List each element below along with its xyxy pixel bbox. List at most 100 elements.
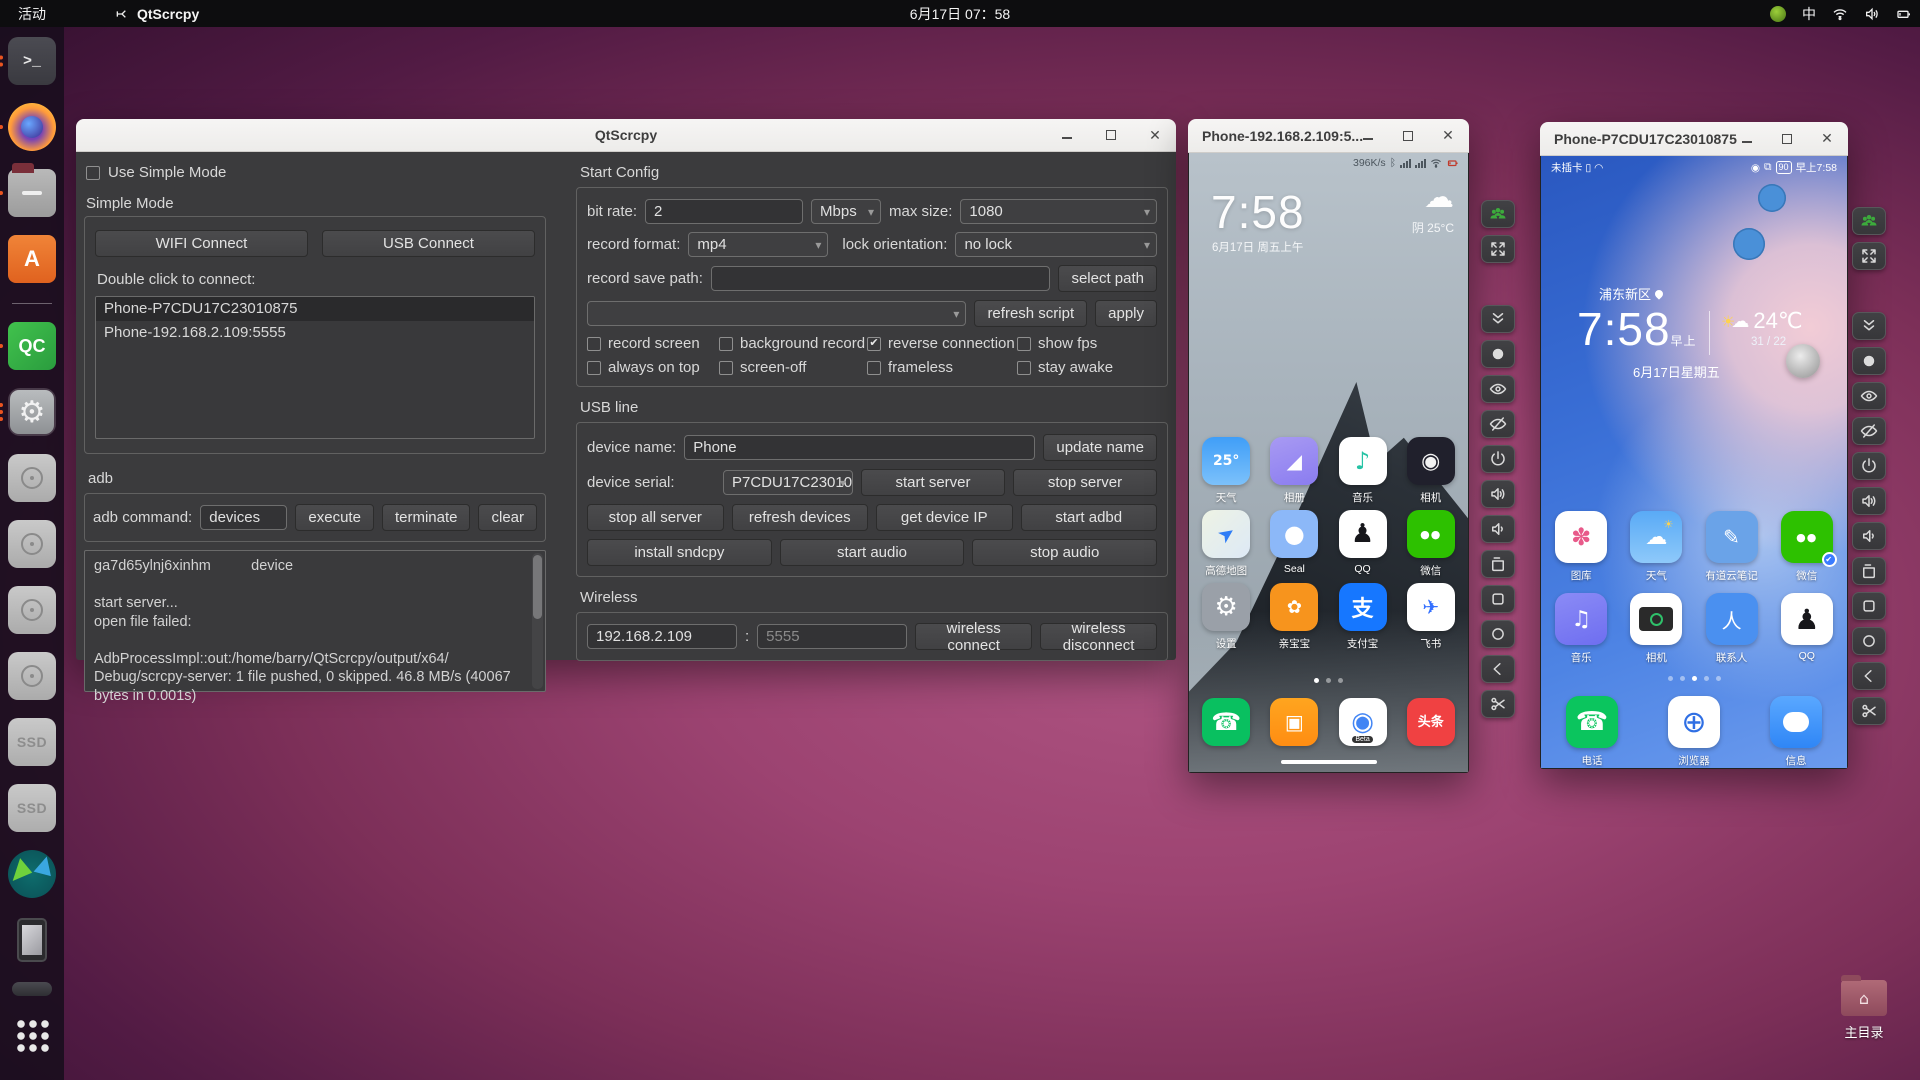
lock-orientation-select[interactable]: no lock — [955, 232, 1157, 257]
frameless-checkbox[interactable] — [867, 360, 881, 375]
stay-awake-option[interactable]: stay awake — [1017, 359, 1157, 376]
dock-ssd-2[interactable]: SSD — [8, 784, 56, 832]
app-gallery[interactable]: ◢ 相册 — [1263, 437, 1325, 505]
frameless-option[interactable]: frameless — [867, 359, 1017, 376]
dock-ssd-1[interactable]: SSD — [8, 718, 56, 766]
power-button[interactable] — [1481, 445, 1515, 473]
bit-rate-unit-select[interactable]: Mbps — [811, 199, 882, 224]
script-select[interactable] — [587, 301, 967, 326]
phone1-screen[interactable]: 396K/s ᛒ 7:58 6月17日 周五上午 ☁ 阴 25°C 25° 天气 … — [1189, 153, 1468, 772]
wifi-icon[interactable] — [1832, 6, 1848, 22]
app-qq2[interactable]: ♟ QQ — [1772, 593, 1842, 665]
power-button[interactable] — [1852, 452, 1886, 480]
system-tray[interactable]: 中 — [1770, 4, 1912, 24]
app-music[interactable]: ♪ 音乐 — [1332, 437, 1394, 505]
wireless-connect-button[interactable]: wireless connect — [915, 620, 1033, 654]
record-screen-option[interactable]: record screen — [587, 335, 719, 352]
execute-button[interactable]: execute — [295, 504, 374, 531]
record-save-path-input[interactable] — [710, 266, 1051, 291]
dock-disk-1[interactable] — [8, 454, 56, 502]
app-wechat[interactable]: ●● 微信 — [1400, 510, 1462, 578]
phone2-titlebar[interactable]: Phone-P7CDU17C23010875 ✕ — [1540, 122, 1848, 156]
terminate-button[interactable]: terminate — [381, 504, 471, 531]
assistive-ball[interactable] — [1786, 344, 1820, 378]
app-youdao[interactable]: ✎ 有道云笔记 — [1697, 511, 1767, 583]
reverse-connection-checkbox[interactable] — [867, 336, 881, 351]
install-sndcpy-button[interactable]: install sndcpy — [587, 539, 772, 566]
phone1-close-button[interactable]: ✕ — [1439, 127, 1457, 145]
back-button[interactable] — [1481, 655, 1515, 683]
refresh-devices-button[interactable]: refresh devices — [731, 504, 868, 531]
app-qinbaobao[interactable]: ✿ 亲宝宝 — [1263, 583, 1325, 651]
screenshot-button[interactable] — [1852, 347, 1886, 375]
screen-off-button[interactable] — [1852, 417, 1886, 445]
dock-files[interactable] — [0, 163, 56, 217]
home-button[interactable] — [1852, 627, 1886, 655]
phone2-minimize-button[interactable] — [1738, 130, 1756, 148]
dock-disk-3[interactable] — [8, 586, 56, 634]
dock-disk-utility[interactable] — [8, 850, 56, 898]
dock-firefox[interactable] — [0, 103, 56, 151]
menu-button[interactable] — [1481, 585, 1515, 613]
phone2-weather-widget[interactable]: ☀ ☁ 24℃ 31 / 22 — [1721, 308, 1803, 348]
dock-app-phone[interactable]: ☎ — [1195, 698, 1257, 746]
app-alipay[interactable]: 支支付宝 — [1332, 583, 1394, 651]
home-button[interactable] — [1481, 620, 1515, 648]
record-format-select[interactable]: mp4 — [688, 232, 829, 257]
activities-button[interactable]: 活动 — [0, 0, 64, 27]
phone1-weather-widget[interactable]: ☁ 阴 25°C — [1412, 183, 1454, 236]
app-menu[interactable]: QtScrcpy — [114, 6, 199, 22]
dock-ubuntu-software[interactable]: A — [8, 235, 56, 283]
wireless-disconnect-button[interactable]: wireless disconnect — [1040, 620, 1158, 654]
dock-app-messages2[interactable]: 信息 — [1761, 696, 1831, 768]
reverse-connection-option[interactable]: reverse connection — [867, 335, 1017, 352]
start-audio-button[interactable]: start audio — [779, 539, 965, 566]
dock-app-phone2[interactable]: ☎ 电话 — [1557, 696, 1627, 768]
device-list-item[interactable]: Phone-192.168.2.109:5555 — [96, 321, 534, 345]
back-button[interactable] — [1852, 662, 1886, 690]
wifi-connect-button[interactable]: WIFI Connect — [95, 230, 308, 257]
dock-qtscrcpy[interactable]: QC — [0, 322, 56, 370]
ime-indicator[interactable]: 中 — [1802, 4, 1816, 24]
device-serial-select[interactable]: P7CDU17C23010 — [723, 470, 853, 495]
clock[interactable]: 6月17日 07：58 — [910, 4, 1010, 24]
app-switch-button[interactable] — [1852, 557, 1886, 585]
app-contacts[interactable]: 人联系人 — [1697, 593, 1767, 665]
app-seal[interactable]: ● Seal — [1263, 510, 1325, 578]
record-screen-checkbox[interactable] — [587, 336, 601, 351]
screen-clip-button[interactable] — [1481, 690, 1515, 718]
group-control-button[interactable] — [1481, 200, 1515, 228]
menu-button[interactable] — [1852, 592, 1886, 620]
close-button[interactable]: ✕ — [1146, 126, 1164, 144]
minimize-button[interactable] — [1058, 126, 1076, 144]
screen-on-button[interactable] — [1852, 382, 1886, 410]
log-scrollbar-thumb[interactable] — [533, 555, 542, 619]
screen-off-option[interactable]: screen-off — [719, 359, 867, 376]
phone1-home-indicator[interactable] — [1280, 760, 1377, 764]
app-gallery2[interactable]: ✽ 图库 — [1546, 511, 1616, 583]
fullscreen-button[interactable] — [1852, 242, 1886, 270]
volume-up-button[interactable] — [1481, 480, 1515, 508]
screen-on-button[interactable] — [1481, 375, 1515, 403]
always-on-top-checkbox[interactable] — [587, 360, 601, 375]
usb-connect-button[interactable]: USB Connect — [322, 230, 535, 257]
clear-button[interactable]: clear — [478, 504, 537, 531]
expand-notification-button[interactable] — [1852, 312, 1886, 340]
app-music2[interactable]: ♫ 音乐 — [1546, 593, 1616, 665]
app-camera[interactable]: ◉ 相机 — [1400, 437, 1462, 505]
start-server-button[interactable]: start server — [861, 469, 1005, 496]
expand-notification-button[interactable] — [1481, 305, 1515, 333]
volume-up-button[interactable] — [1852, 487, 1886, 515]
dock-settings-active[interactable]: ⚙ — [0, 388, 56, 436]
dock-app-messages[interactable]: ▣ — [1263, 698, 1325, 746]
app-weather[interactable]: 25° 天气 — [1195, 437, 1257, 505]
phone1-minimize-button[interactable] — [1359, 127, 1377, 145]
background-record-checkbox[interactable] — [719, 336, 733, 351]
show-fps-checkbox[interactable] — [1017, 336, 1031, 351]
dock-disk-4[interactable] — [8, 652, 56, 700]
stop-audio-button[interactable]: stop audio — [972, 539, 1158, 566]
group-control-button[interactable] — [1852, 207, 1886, 235]
fullscreen-button[interactable] — [1481, 235, 1515, 263]
battery-icon[interactable] — [1896, 6, 1912, 22]
screenshot-button[interactable] — [1481, 340, 1515, 368]
